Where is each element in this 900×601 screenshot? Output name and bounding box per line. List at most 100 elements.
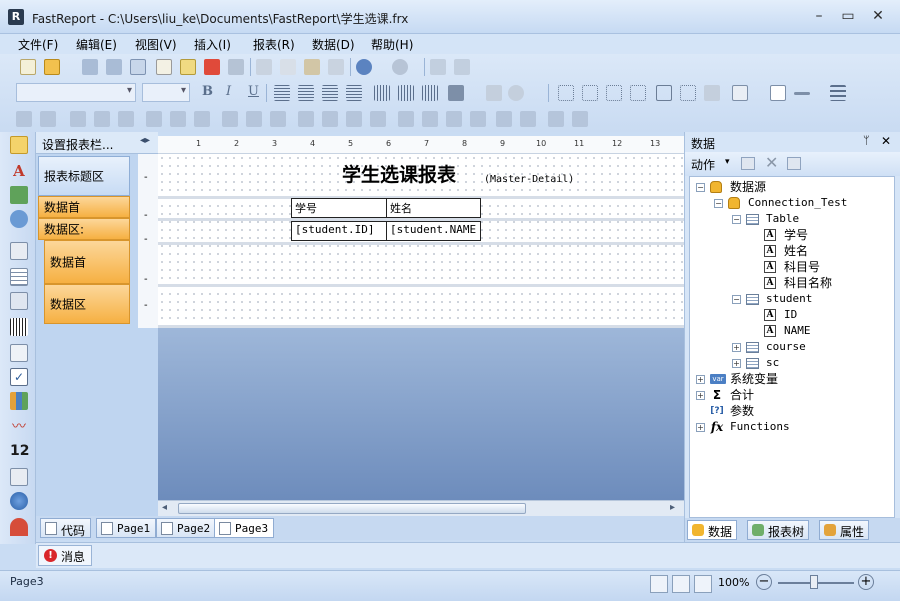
delete-icon[interactable]: ✕ (765, 153, 778, 172)
text-color-icon[interactable] (448, 85, 464, 101)
align-middles-icon[interactable] (170, 111, 186, 127)
view-icon[interactable] (787, 157, 801, 170)
band-detail-data[interactable]: 数据区 (44, 284, 130, 324)
bring-to-front-icon[interactable] (548, 111, 564, 127)
align-middle-icon[interactable] (398, 85, 414, 101)
remove-h-space-icon[interactable] (370, 111, 386, 127)
tab-page3[interactable]: Page3 (214, 518, 275, 538)
bold-icon[interactable]: B (202, 84, 213, 99)
cellular-text-icon[interactable] (10, 468, 28, 486)
increase-v-space-icon[interactable] (422, 111, 438, 127)
redo-icon[interactable] (392, 59, 408, 75)
menu-insert[interactable]: 插入(I) (194, 36, 231, 53)
expand-icon[interactable]: + (732, 359, 741, 368)
band-data-header[interactable]: 数据首 (38, 196, 130, 218)
tab-properties[interactable]: 属性 (819, 520, 870, 540)
expand-icon[interactable]: + (696, 391, 705, 400)
align-tops-icon[interactable] (146, 111, 162, 127)
preview-icon[interactable] (130, 59, 146, 75)
menu-view[interactable]: 视图(V) (135, 36, 177, 53)
zoom-out-icon[interactable]: − (756, 574, 772, 590)
data-cell-student-id[interactable]: [student.ID] (291, 221, 387, 241)
chevron-down-icon[interactable]: ▾ (725, 157, 730, 167)
space-vertical-icon[interactable] (398, 111, 414, 127)
expand-icon[interactable]: + (696, 375, 705, 384)
new-page-icon[interactable] (156, 59, 172, 75)
subreport-icon[interactable] (10, 242, 28, 260)
ungroup-icon[interactable] (454, 59, 470, 75)
delete-page-icon[interactable] (204, 59, 220, 75)
panel-close-icon[interactable]: ✕ (881, 134, 891, 148)
italic-icon[interactable]: I (226, 84, 231, 99)
border-left-icon[interactable] (606, 85, 622, 101)
sparkline-icon[interactable]: 〰 (10, 418, 28, 436)
edit-icon[interactable] (741, 157, 755, 170)
tab-code[interactable]: 代码 (40, 518, 92, 538)
minimize-button[interactable]: – (805, 6, 833, 26)
increase-h-space-icon[interactable] (322, 111, 338, 127)
align-right-icon[interactable] (322, 85, 338, 101)
align-to-grid-icon[interactable] (16, 111, 32, 127)
save-icon[interactable] (82, 59, 98, 75)
zoom-slider-thumb[interactable] (810, 575, 818, 589)
align-center-icon[interactable] (298, 85, 314, 101)
center-horizontally-icon[interactable] (496, 111, 512, 127)
space-horizontal-icon[interactable] (298, 111, 314, 127)
border-none-icon[interactable] (680, 85, 696, 101)
band-data-master[interactable]: 数据区: (38, 218, 130, 240)
rich-text-icon[interactable] (10, 344, 28, 362)
group-icon[interactable] (430, 59, 446, 75)
barcode-icon[interactable] (10, 318, 28, 336)
close-button[interactable]: ✕ (864, 6, 892, 26)
fill-color-icon[interactable] (732, 85, 748, 101)
remove-v-space-icon[interactable] (470, 111, 486, 127)
report-title-text[interactable]: 学生选课报表 (342, 160, 456, 187)
fill-style-icon[interactable] (770, 85, 786, 101)
picture-object-icon[interactable] (10, 186, 28, 204)
data-tree[interactable]: − 数据源 − Connection_Test − Table A 学号 A 姓名 A 科目号 A 科目名… (689, 176, 895, 518)
pin-icon[interactable]: ᛘ (863, 134, 870, 147)
maximize-button[interactable]: ▭ (834, 6, 862, 26)
new-report-icon[interactable] (20, 59, 36, 75)
zoom-in-icon[interactable]: + (858, 574, 874, 590)
align-rights-icon[interactable] (118, 111, 134, 127)
tab-page1[interactable]: Page1 (96, 518, 157, 538)
messages-tab[interactable]: ! 消息 (38, 545, 93, 566)
collapse-icon[interactable]: − (732, 215, 741, 224)
view-mode-3-icon[interactable] (694, 575, 712, 593)
line-style-icon[interactable] (830, 85, 846, 101)
horizontal-scrollbar[interactable]: ◂ ▸ (158, 500, 684, 516)
menu-edit[interactable]: 编辑(E) (76, 36, 117, 53)
font-size-combo[interactable] (142, 83, 190, 102)
checkbox-object-icon[interactable]: ✓ (10, 368, 28, 386)
same-size-icon[interactable] (270, 111, 286, 127)
menu-file[interactable]: 文件(F) (18, 36, 58, 53)
border-top-icon[interactable] (558, 85, 574, 101)
gauge-object-icon[interactable] (10, 518, 28, 536)
fit-to-grid-icon[interactable] (40, 111, 56, 127)
rotate-icon[interactable] (508, 85, 524, 101)
band-report-title[interactable]: 报表标题区 (38, 156, 130, 196)
expand-arrows-icon[interactable]: ◂▸ (140, 135, 150, 146)
chart-object-icon[interactable] (10, 392, 28, 410)
align-centers-icon[interactable] (94, 111, 110, 127)
paste-icon[interactable] (304, 59, 320, 75)
page-settings-icon[interactable] (228, 59, 244, 75)
border-all-icon[interactable] (656, 85, 672, 101)
matrix-object-icon[interactable] (10, 292, 28, 310)
map-object-icon[interactable] (10, 492, 28, 510)
menu-help[interactable]: 帮助(H) (371, 36, 413, 53)
expand-icon[interactable]: + (696, 423, 705, 432)
report-design-page[interactable]: 学生选课报表 (Master-Detail) 学号 姓名 [student.ID… (158, 154, 684, 328)
underline-icon[interactable]: U (248, 84, 259, 99)
undo-icon[interactable] (356, 59, 372, 75)
align-top-icon[interactable] (374, 85, 390, 101)
border-bottom-icon[interactable] (582, 85, 598, 101)
collapse-icon[interactable]: − (714, 199, 723, 208)
border-right-icon[interactable] (630, 85, 646, 101)
actions-menu[interactable]: 动作 (691, 156, 715, 173)
align-bottoms-icon[interactable] (194, 111, 210, 127)
font-name-combo[interactable] (16, 83, 136, 102)
align-left-icon[interactable] (274, 85, 290, 101)
same-width-icon[interactable] (222, 111, 238, 127)
